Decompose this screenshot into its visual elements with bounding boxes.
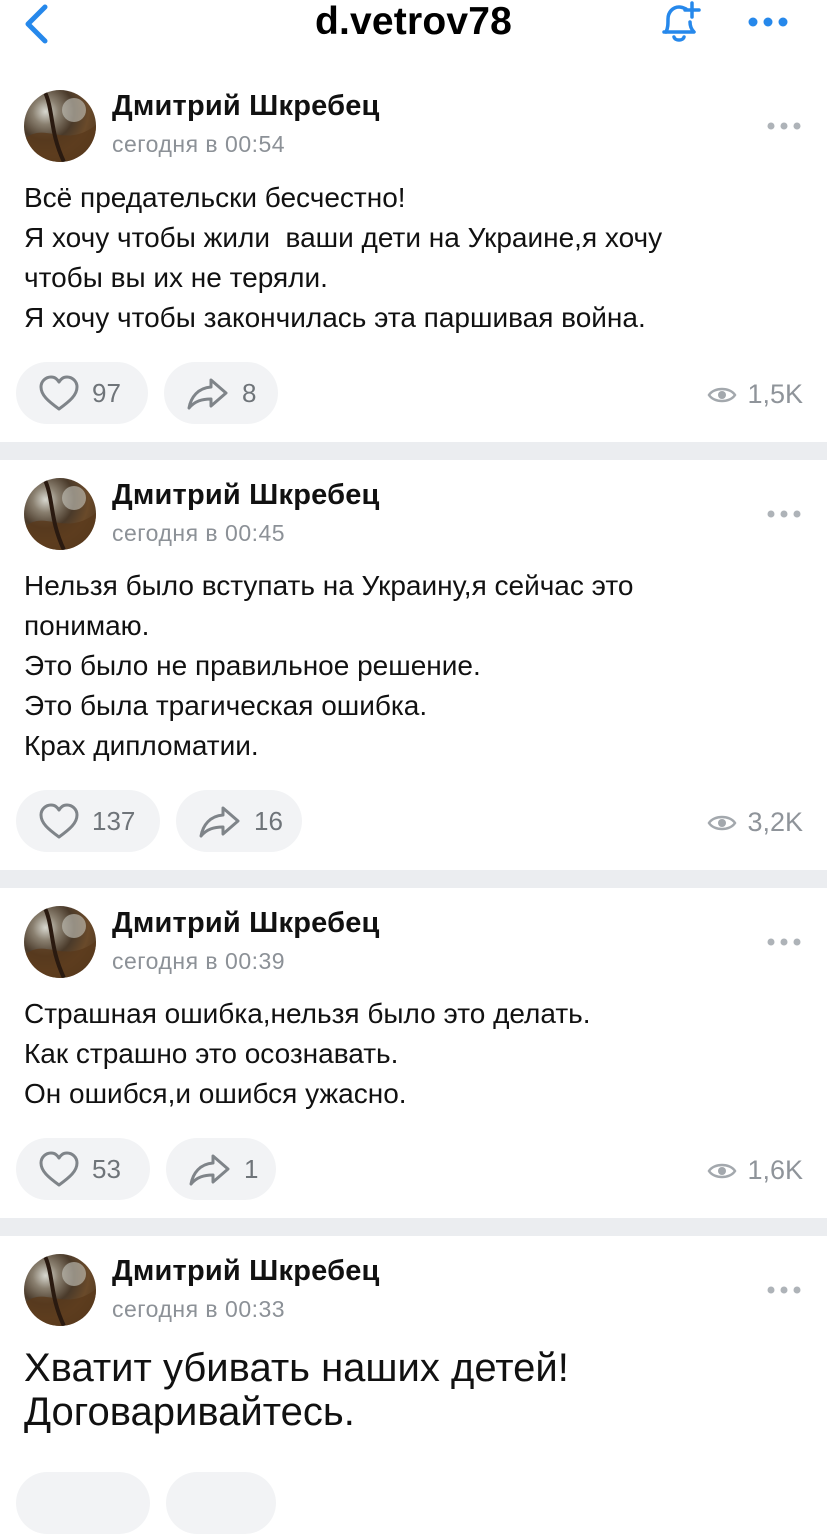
share-button[interactable]: 1 — [166, 1138, 276, 1200]
more-menu-button[interactable] — [745, 10, 791, 34]
post-separator — [0, 442, 827, 460]
views-counter: 1,5K — [707, 379, 803, 410]
like-button[interactable]: 97 — [16, 362, 148, 424]
post-text-line: понимаю. — [24, 610, 150, 641]
post-text-line: Как страшно это осознавать. — [24, 1038, 399, 1069]
eye-icon — [707, 815, 737, 830]
post-card: Дмитрий Шкребец сегодня в 00:45 Нельзя б… — [0, 460, 827, 870]
post-text-line: Я хочу чтобы жили ваши дети на Украине,я… — [24, 222, 663, 253]
post-time: сегодня в 00:54 — [112, 131, 286, 157]
like-count: 53 — [92, 1153, 121, 1184]
views-counter: 1,6K — [707, 1155, 803, 1186]
post-options-button[interactable] — [765, 1283, 805, 1297]
more-horizontal-icon — [748, 17, 788, 27]
post-text-line: Договаривайтесь. — [24, 1390, 355, 1434]
like-button[interactable] — [16, 1472, 150, 1534]
post-author[interactable]: Дмитрий Шкребец — [112, 90, 380, 123]
like-button[interactable]: 53 — [16, 1138, 150, 1200]
post-card: Дмитрий Шкребец сегодня в 00:39 Страшная… — [0, 888, 827, 1218]
post-text-line: Это было не правильное решение. — [24, 650, 481, 681]
more-horizontal-icon — [767, 510, 801, 518]
post-text-line: Крах дипломатии. — [24, 730, 259, 761]
post-text: Всё предательски бесчестно! Я хочу чтобы… — [24, 178, 804, 338]
more-horizontal-icon — [767, 1286, 801, 1294]
eye-icon — [707, 387, 737, 402]
share-count: 8 — [242, 377, 257, 408]
post-options-button[interactable] — [765, 119, 805, 133]
post-text-line: Он ошибся,и ошибся ужасно. — [24, 1078, 407, 1109]
post-author[interactable]: Дмитрий Шкребец — [112, 907, 380, 940]
post-options-button[interactable] — [765, 935, 805, 949]
views-count: 1,6K — [747, 1155, 803, 1185]
heart-icon — [39, 803, 79, 839]
post-text-line: Я хочу чтобы закончилась эта паршивая во… — [24, 302, 646, 333]
more-horizontal-icon — [767, 122, 801, 130]
post-text: Страшная ошибка,нельзя было это делать. … — [24, 994, 804, 1114]
heart-icon — [39, 375, 79, 411]
avatar[interactable] — [24, 90, 96, 162]
post-text: Нельзя было вступать на Украину,я сейчас… — [24, 566, 804, 766]
post-text-line: Всё предательски бесчестно! — [24, 182, 406, 213]
like-count: 137 — [92, 805, 136, 836]
share-button[interactable] — [166, 1472, 276, 1534]
share-arrow-icon — [189, 1154, 230, 1186]
post-options-button[interactable] — [765, 507, 805, 521]
post-card: Дмитрий Шкребец сегодня в 00:33 Хватит у… — [0, 1236, 827, 1534]
post-text-line: Нельзя было вступать на Украину,я сейчас… — [24, 570, 634, 601]
bell-plus-icon — [662, 1, 701, 42]
like-count: 97 — [92, 377, 121, 408]
post-time: сегодня в 00:45 — [112, 520, 286, 546]
post-time: сегодня в 00:39 — [112, 948, 286, 974]
post-card: Дмитрий Шкребец сегодня в 00:54 Всё пред… — [0, 68, 827, 442]
avatar[interactable] — [24, 1254, 96, 1326]
post-text-line: Хватит убивать наших детей! — [24, 1346, 569, 1390]
views-count: 3,2K — [747, 807, 803, 837]
avatar[interactable] — [24, 906, 96, 978]
share-arrow-icon — [199, 806, 240, 838]
post-separator — [0, 1218, 827, 1236]
more-horizontal-icon — [767, 938, 801, 946]
post-author[interactable]: Дмитрий Шкребец — [112, 1255, 380, 1288]
share-button[interactable]: 16 — [176, 790, 302, 852]
post-text-line: Страшная ошибка,нельзя было это делать. — [24, 998, 591, 1029]
post-text-line: Это была трагическая ошибка. — [24, 690, 428, 721]
post-time: сегодня в 00:33 — [112, 1296, 286, 1322]
post-text: Хватит убивать наших детей! Договаривайт… — [24, 1346, 804, 1434]
subscribe-button[interactable] — [652, 0, 704, 46]
top-bar: d.vetrov78 — [0, 0, 827, 68]
share-count: 1 — [244, 1153, 259, 1184]
post-author[interactable]: Дмитрий Шкребец — [112, 479, 380, 512]
like-button[interactable]: 137 — [16, 790, 160, 852]
views-counter: 3,2K — [707, 807, 803, 838]
avatar[interactable] — [24, 478, 96, 550]
share-button[interactable]: 8 — [164, 362, 278, 424]
views-count: 1,5K — [747, 379, 803, 409]
share-arrow-icon — [187, 378, 228, 410]
share-count: 16 — [254, 805, 283, 836]
eye-icon — [707, 1163, 737, 1178]
post-text-line: чтобы вы их не теряли. — [24, 262, 328, 293]
post-separator — [0, 870, 827, 888]
heart-icon — [39, 1151, 79, 1187]
